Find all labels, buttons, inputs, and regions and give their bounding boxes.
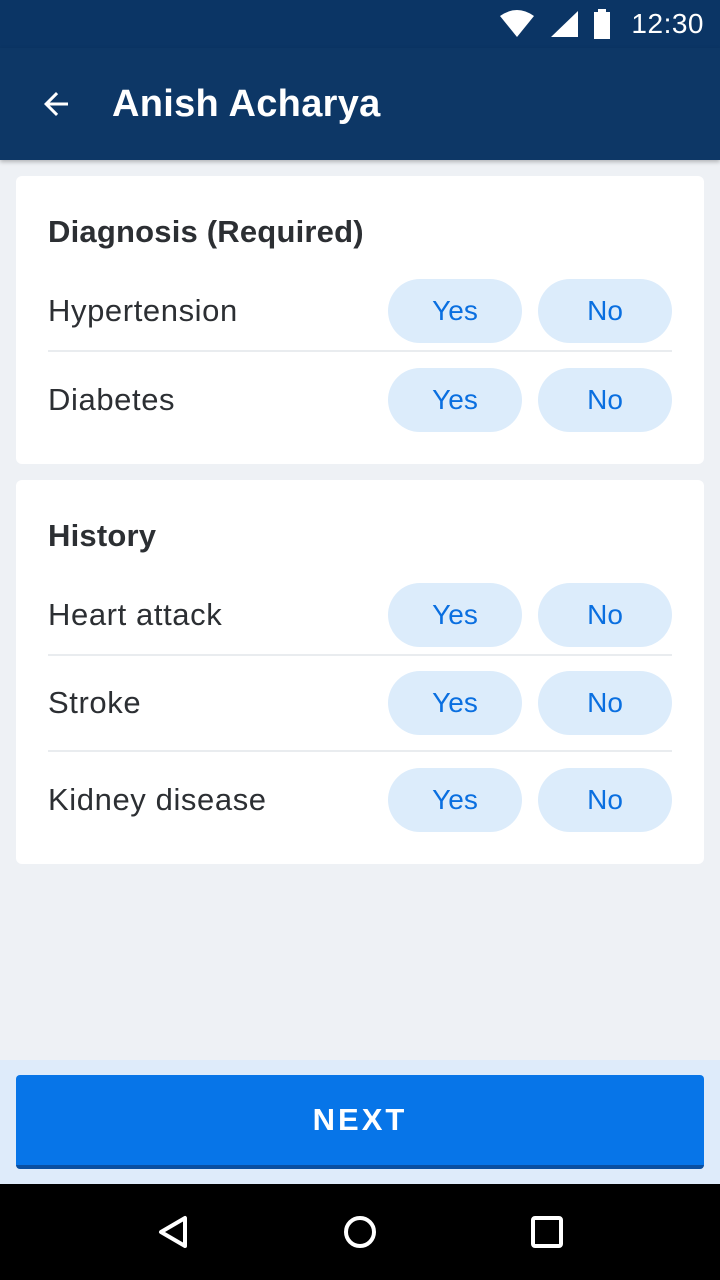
row-label: Stroke — [48, 685, 142, 720]
yes-button[interactable]: Yes — [388, 768, 522, 832]
no-button[interactable]: No — [538, 671, 672, 735]
no-button[interactable]: No — [538, 368, 672, 432]
nav-home-button[interactable] — [320, 1192, 400, 1272]
row-label: Heart attack — [48, 597, 223, 632]
yes-button[interactable]: Yes — [388, 671, 522, 735]
row-label: Hypertension — [48, 293, 238, 328]
next-button[interactable]: NEXT — [16, 1075, 704, 1169]
status-bar: 12:30 — [0, 0, 720, 48]
diagnosis-card: Diagnosis (Required) Hypertension Yes No… — [16, 176, 704, 464]
nav-back-button[interactable] — [133, 1192, 213, 1272]
row-label: Diabetes — [48, 382, 176, 417]
history-row-stroke: Stroke Yes No — [48, 656, 672, 752]
yes-button[interactable]: Yes — [388, 279, 522, 343]
diagnosis-row-diabetes: Diabetes Yes No — [48, 352, 672, 448]
arrow-back-icon — [44, 92, 68, 116]
yes-button[interactable]: Yes — [388, 583, 522, 647]
status-time: 12:30 — [631, 8, 704, 39]
yes-button[interactable]: Yes — [388, 368, 522, 432]
wifi-icon — [500, 10, 535, 37]
back-button[interactable] — [0, 48, 112, 160]
page-title: Anish Acharya — [112, 82, 381, 125]
home-circle-icon — [343, 1216, 376, 1248]
cellular-signal-icon — [551, 11, 579, 37]
nav-recents-button[interactable] — [507, 1192, 587, 1272]
system-nav-bar — [0, 1184, 720, 1280]
history-row-kidney-disease: Kidney disease Yes No — [48, 752, 672, 848]
back-triangle-icon — [159, 1216, 188, 1248]
no-button[interactable]: No — [538, 768, 672, 832]
app-bar: Anish Acharya — [0, 48, 720, 160]
row-label: Kidney disease — [48, 782, 267, 817]
no-button[interactable]: No — [538, 583, 672, 647]
diagnosis-row-hypertension: Hypertension Yes No — [48, 272, 672, 352]
no-button[interactable]: No — [538, 279, 672, 343]
recents-square-icon — [530, 1216, 563, 1248]
history-card: History Heart attack Yes No Stroke Yes N… — [16, 480, 704, 864]
battery-icon — [594, 9, 611, 39]
history-row-heart-attack: Heart attack Yes No — [48, 576, 672, 656]
